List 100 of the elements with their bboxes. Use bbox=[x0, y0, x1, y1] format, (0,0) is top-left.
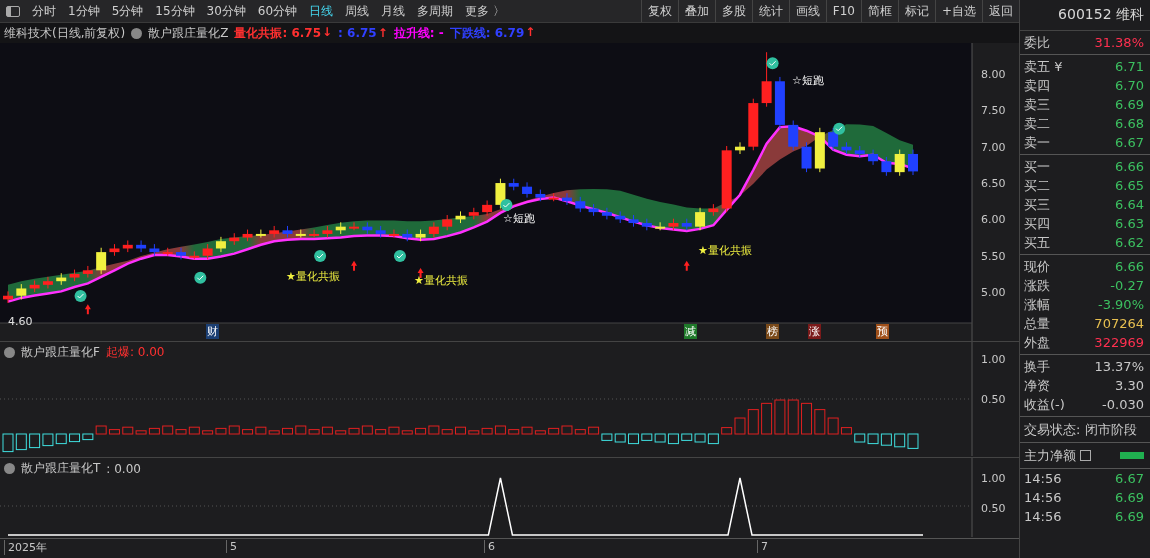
indicator-axis-label: 1.00 bbox=[981, 472, 1006, 485]
quote-value: -0.030 bbox=[1102, 397, 1144, 412]
indicator-bar bbox=[15, 433, 27, 451]
more-menu[interactable]: 更多 〉 bbox=[459, 2, 511, 20]
signal-label: ★量化共振 bbox=[286, 269, 340, 284]
indicator-bar bbox=[894, 433, 906, 448]
arrow-glyph: ↑ bbox=[377, 26, 388, 40]
period-tab[interactable]: 月线 bbox=[375, 2, 412, 20]
indicator-reading: 起爆: 0.00 bbox=[105, 344, 165, 361]
toolbar-button[interactable]: F10 bbox=[825, 0, 861, 22]
period-tab[interactable]: 30分钟 bbox=[200, 2, 252, 20]
quote-value: 6.66 bbox=[1115, 159, 1144, 174]
candlestick bbox=[668, 218, 679, 231]
indicator-bar bbox=[588, 426, 600, 435]
toolbar-button[interactable]: 简框 bbox=[860, 0, 898, 22]
indicator-bar bbox=[361, 425, 373, 435]
period-tab[interactable]: 1分钟 bbox=[62, 2, 106, 20]
tick-time: 14:56 bbox=[1024, 490, 1062, 505]
event-tag: 财 bbox=[206, 324, 219, 339]
panel-toggle-icon[interactable] bbox=[6, 5, 20, 17]
toolbar-button[interactable]: 画线 bbox=[788, 0, 826, 22]
candlestick bbox=[681, 218, 692, 231]
low-price-label: 4.60 bbox=[8, 315, 33, 328]
candlestick bbox=[335, 221, 346, 235]
indicator-reading: : 0.00 bbox=[106, 461, 141, 476]
indicator-bar bbox=[654, 433, 666, 443]
quote-value: 31.38% bbox=[1094, 35, 1144, 50]
candlestick bbox=[149, 243, 160, 257]
candlestick bbox=[229, 232, 240, 246]
quote-label: 卖三 bbox=[1024, 95, 1050, 114]
candlestick bbox=[495, 178, 506, 209]
candlestick bbox=[588, 203, 599, 217]
period-tab[interactable]: 5分钟 bbox=[105, 2, 150, 20]
indicator-bar bbox=[29, 433, 41, 449]
chevron-icon[interactable] bbox=[4, 463, 15, 474]
quote-label: 卖一 bbox=[1024, 133, 1050, 152]
quote-label: 买一 bbox=[1024, 157, 1050, 176]
quote-value: 6.69 bbox=[1115, 97, 1144, 112]
candlestick bbox=[96, 247, 107, 275]
stock-code: 600152 维科 bbox=[1020, 0, 1150, 31]
date-axis-label: 6 bbox=[484, 540, 495, 553]
period-tab[interactable]: 多周期 bbox=[411, 2, 460, 20]
quote-label: 卖五 ¥ bbox=[1024, 57, 1063, 76]
quote-label: 涨幅 bbox=[1024, 295, 1050, 314]
indicator-bar bbox=[55, 433, 67, 445]
net-flow-bar bbox=[1120, 452, 1144, 459]
indicator-bar bbox=[761, 402, 773, 435]
event-tag: 减 bbox=[684, 324, 697, 339]
toolbar-button[interactable]: 复权 bbox=[640, 0, 678, 22]
candlestick bbox=[748, 98, 759, 151]
candlestick bbox=[282, 225, 293, 239]
candlestick bbox=[575, 196, 586, 213]
period-tab[interactable]: 周线 bbox=[339, 2, 376, 20]
candlestick bbox=[735, 141, 745, 155]
period-tab[interactable]: 分时 bbox=[26, 2, 62, 20]
candlestick bbox=[761, 51, 772, 108]
candlestick bbox=[828, 127, 839, 151]
period-tab[interactable]: 日线 bbox=[303, 2, 340, 20]
chevron-icon[interactable] bbox=[4, 347, 15, 358]
toolbar-button[interactable]: 多股 bbox=[714, 0, 752, 22]
check-circle-icon bbox=[194, 271, 207, 284]
tick-time: 14:56 bbox=[1024, 471, 1062, 486]
candlestick bbox=[295, 229, 306, 239]
indicator-bar bbox=[867, 433, 879, 445]
quote-value: -3.90% bbox=[1098, 297, 1144, 312]
indicator-bar bbox=[228, 425, 240, 435]
arrow-glyph: ↓ bbox=[322, 24, 333, 41]
toolbar-button[interactable]: 标记 bbox=[897, 0, 935, 22]
candlestick bbox=[455, 210, 466, 224]
quote-value: 13.37% bbox=[1094, 359, 1144, 374]
indicator-bar bbox=[801, 402, 813, 435]
quote-label: 换手 bbox=[1024, 357, 1050, 376]
quote-value: 6.67 bbox=[1115, 135, 1144, 150]
up-arrow-icon bbox=[351, 260, 358, 271]
indicator-name: 散户跟庄量化T bbox=[21, 460, 101, 477]
toolbar-button[interactable]: 返回 bbox=[982, 0, 1019, 22]
chevron-icon[interactable] bbox=[131, 27, 143, 39]
list-icon[interactable] bbox=[1080, 450, 1091, 461]
indicator-bar bbox=[2, 433, 14, 453]
candlestick bbox=[82, 265, 93, 279]
indicator-axis-label: 0.50 bbox=[981, 502, 1006, 515]
check-circle-icon bbox=[314, 249, 327, 262]
toolbar-button[interactable]: 统计 bbox=[751, 0, 789, 22]
toolbar-button[interactable]: +自选 bbox=[934, 0, 982, 22]
tick-price: 6.67 bbox=[1115, 471, 1144, 486]
candlestick bbox=[615, 210, 626, 224]
candlestick bbox=[29, 279, 40, 293]
up-arrow-icon bbox=[84, 304, 91, 315]
candlestick bbox=[16, 283, 27, 300]
candlestick bbox=[721, 145, 732, 213]
check-circle-icon bbox=[500, 199, 513, 212]
period-tab[interactable]: 60分钟 bbox=[251, 2, 304, 20]
indicator-bar bbox=[694, 433, 706, 443]
candlestick bbox=[548, 192, 559, 202]
toolbar-button[interactable]: 叠加 bbox=[677, 0, 715, 22]
candlestick bbox=[881, 156, 892, 177]
candlestick bbox=[655, 221, 666, 231]
candlestick bbox=[854, 145, 865, 159]
period-tab[interactable]: 15分钟 bbox=[149, 2, 201, 20]
quote-value: 322969 bbox=[1094, 335, 1144, 350]
